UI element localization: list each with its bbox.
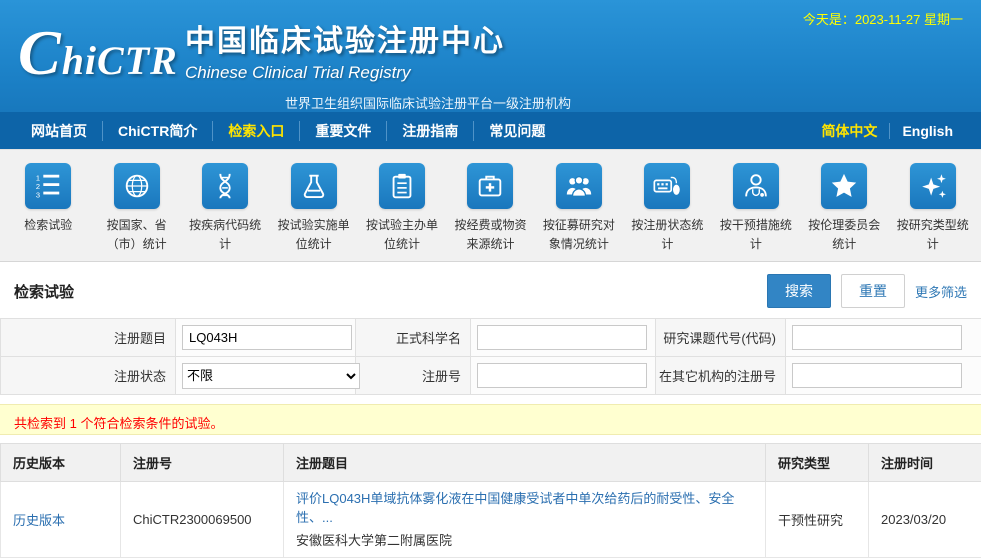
reset-button[interactable]: 重置 — [841, 274, 905, 308]
today-date: 今天是：2023-11-27 星期一 — [803, 9, 963, 28]
col-header-title: 注册题目 — [284, 444, 766, 482]
clipboard-icon — [379, 163, 425, 209]
site-header: 今天是：2023-11-27 星期一 ChiCTR 中国临床试验注册中心 Chi… — [0, 0, 981, 112]
site-title-en: Chinese Clinical Trial Registry — [185, 63, 571, 83]
stat-item-by-funding-source[interactable]: 按经费或物资来源统计 — [446, 163, 534, 253]
registration-title-label: 注册题目 — [1, 319, 176, 357]
stat-item-by-country[interactable]: 按国家、省（市）统计 — [92, 163, 180, 253]
search-actions: 搜索 重置 更多筛选 — [767, 274, 967, 308]
stat-item-by-registration-status[interactable]: 按注册状态统计 — [623, 163, 711, 253]
people-group-icon — [556, 163, 602, 209]
dna-icon — [202, 163, 248, 209]
nav-item-guide[interactable]: 注册指南 — [386, 121, 473, 141]
stat-item-by-implementing-unit[interactable]: 按试验实施单位统计 — [269, 163, 357, 253]
stat-item-label: 按干预措施统计 — [718, 216, 794, 253]
star-icon — [821, 163, 867, 209]
col-header-reg-date: 注册时间 — [869, 444, 981, 482]
stat-item-label: 按伦理委员会统计 — [806, 216, 882, 253]
col-header-reg-number: 注册号 — [121, 444, 284, 482]
results-table: 历史版本 注册号 注册题目 研究类型 注册时间 历史版本 ChiCTR23000… — [0, 443, 981, 558]
trial-title-cell: 评价LQ043H单域抗体雾化液在中国健康受试者中单次给药后的耐受性、安全性、..… — [284, 482, 766, 558]
search-section-title: 检索试验 — [14, 281, 74, 302]
stat-item-label: 按疾病代码统计 — [187, 216, 263, 253]
stat-item-label: 按征募研究对象情况统计 — [541, 216, 617, 253]
nav-item-faq[interactable]: 常见问题 — [473, 121, 560, 141]
stat-item-label: 按注册状态统计 — [629, 216, 705, 253]
other-org-number-input[interactable] — [792, 363, 962, 388]
stat-item-label: 按试验实施单位统计 — [276, 216, 352, 253]
svg-text:3: 3 — [36, 190, 40, 199]
flask-icon — [291, 163, 337, 209]
stat-item-search-trials[interactable]: 123 检索试验 — [4, 163, 92, 253]
chictr-logo-text: ChiCTR — [18, 16, 178, 90]
stat-item-by-disease-code[interactable]: 按疾病代码统计 — [181, 163, 269, 253]
site-titles: 中国临床试验注册中心 Chinese Clinical Trial Regist… — [185, 16, 571, 112]
stat-item-by-sponsor-unit[interactable]: 按试验主办单位统计 — [358, 163, 446, 253]
col-header-study-type: 研究类型 — [766, 444, 869, 482]
keyboard-mouse-icon — [644, 163, 690, 209]
nav-item-home[interactable]: 网站首页 — [16, 121, 102, 141]
doctor-icon — [733, 163, 779, 209]
scientific-name-input[interactable] — [477, 325, 647, 350]
search-section-header: 检索试验 搜索 重置 更多筛选 — [0, 262, 981, 318]
chictr-logo[interactable]: ChiCTR — [18, 16, 178, 90]
site-subtitle: 世界卫生组织国际临床试验注册平台一级注册机构 — [285, 93, 571, 112]
study-code-input[interactable] — [792, 325, 962, 350]
result-count-notice: 共检索到 1 个符合检索条件的试验。 — [0, 404, 981, 435]
sparkles-icon — [910, 163, 956, 209]
registration-status-label: 注册状态 — [1, 357, 176, 395]
trial-title-link[interactable]: 评价LQ043H单域抗体雾化液在中国健康受试者中单次给药后的耐受性、安全性、..… — [296, 490, 753, 528]
stat-item-by-recruitment-subjects[interactable]: 按征募研究对象情况统计 — [535, 163, 623, 253]
globe-icon — [114, 163, 160, 209]
trial-institution: 安徽医科大学第二附属医院 — [296, 530, 753, 549]
stat-item-by-intervention[interactable]: 按干预措施统计 — [712, 163, 800, 253]
study-code-label: 研究课题代号(代码) — [656, 319, 786, 357]
stat-item-label: 按经费或物资来源统计 — [452, 216, 528, 253]
reg-date-cell: 2023/03/20 — [869, 482, 981, 558]
nav-item-search-entry[interactable]: 检索入口 — [212, 121, 299, 141]
first-aid-kit-icon — [467, 163, 513, 209]
other-org-number-label: 在其它机构的注册号 — [656, 357, 786, 395]
language-switch: 简体中文 English — [809, 121, 965, 141]
lang-english[interactable]: English — [889, 123, 965, 139]
more-filters-link[interactable]: 更多筛选 — [915, 282, 967, 301]
search-button[interactable]: 搜索 — [767, 274, 831, 308]
stat-item-label: 检索试验 — [10, 216, 86, 235]
results-header-row: 历史版本 注册号 注册题目 研究类型 注册时间 — [1, 444, 981, 482]
table-row: 历史版本 ChiCTR2300069500 评价LQ043H单域抗体雾化液在中国… — [1, 482, 981, 558]
registration-number-label: 注册号 — [356, 357, 471, 395]
registration-number-input[interactable] — [477, 363, 647, 388]
stat-item-by-ethics-committee[interactable]: 按伦理委员会统计 — [800, 163, 888, 253]
stat-item-label: 按研究类型统计 — [895, 216, 971, 253]
numbered-list-icon: 123 — [25, 163, 71, 209]
reg-number-cell: ChiCTR2300069500 — [121, 482, 284, 558]
main-nav: 网站首页 ChiCTR简介 检索入口 重要文件 注册指南 常见问题 简体中文 E… — [0, 112, 981, 149]
stat-item-label: 按试验主办单位统计 — [364, 216, 440, 253]
history-version-link[interactable]: 历史版本 — [13, 513, 65, 528]
registration-status-select[interactable]: 不限 — [182, 363, 360, 389]
search-form: 注册题目 正式科学名 研究课题代号(代码) 注册状态 不限 注册号 在其它机构的… — [0, 318, 981, 395]
stat-item-by-study-type[interactable]: 按研究类型统计 — [889, 163, 977, 253]
nav-item-about[interactable]: ChiCTR简介 — [102, 121, 212, 141]
study-type-cell: 干预性研究 — [766, 482, 869, 558]
scientific-name-label: 正式科学名 — [356, 319, 471, 357]
statistics-menu: 123 检索试验 按国家、省（市）统计 按疾病代码统计 按试验实施单位统计 按试… — [0, 149, 981, 262]
stat-item-label: 按国家、省（市）统计 — [99, 216, 175, 253]
nav-item-documents[interactable]: 重要文件 — [299, 121, 386, 141]
registration-title-input[interactable] — [182, 325, 352, 350]
lang-simplified-chinese[interactable]: 简体中文 — [809, 121, 889, 141]
col-header-history: 历史版本 — [1, 444, 121, 482]
site-title-cn: 中国临床试验注册中心 — [185, 16, 571, 60]
